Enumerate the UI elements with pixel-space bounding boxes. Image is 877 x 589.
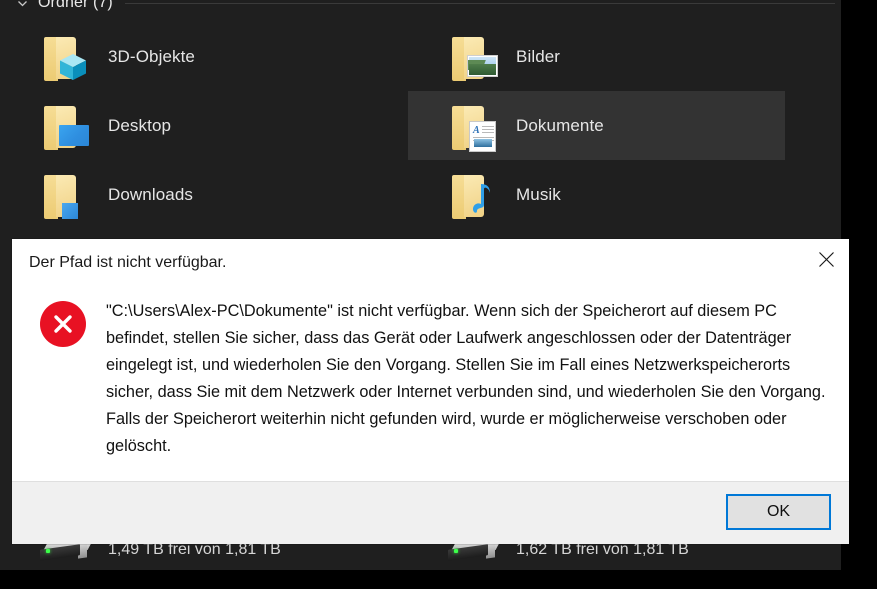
folder-item-desktop[interactable]: Desktop xyxy=(0,91,408,160)
folder-documents-icon: A xyxy=(442,100,504,152)
dialog-title: Der Pfad ist nicht verfügbar. xyxy=(29,254,227,271)
folder-label: Musik xyxy=(516,184,561,204)
folder-item-3d-objekte[interactable]: 3D-Objekte xyxy=(0,22,408,91)
folder-item-bilder[interactable]: Bilder xyxy=(408,22,785,91)
folder-group-header[interactable]: Ordner (7) xyxy=(0,0,841,16)
folder-pictures-icon xyxy=(442,31,504,83)
path-unavailable-dialog: Der Pfad ist nicht verfügbar. "C:\Users\… xyxy=(12,239,849,544)
dialog-footer: OK xyxy=(12,481,849,544)
folder-label: Desktop xyxy=(108,115,172,135)
folder-label: Dokumente xyxy=(516,115,604,135)
folder-group-label: Ordner (7) xyxy=(38,0,113,11)
folder-grid: 3D-Objekte Bilder Desktop A Dokumente Do… xyxy=(0,22,841,229)
folder-desktop-icon xyxy=(34,100,96,152)
folder-item-dokumente[interactable]: A Dokumente xyxy=(408,91,785,160)
folder-music-icon xyxy=(442,169,504,221)
dialog-body: "C:\Users\Alex-PC\Dokumente" ist nicht v… xyxy=(12,287,849,481)
close-icon[interactable] xyxy=(803,239,849,279)
folder-label: 3D-Objekte xyxy=(108,46,195,66)
folder-label: Downloads xyxy=(108,184,194,204)
folder-3d-objects-icon xyxy=(34,31,96,83)
chevron-down-icon[interactable] xyxy=(14,0,30,11)
error-cross-icon xyxy=(40,301,86,347)
folder-item-downloads[interactable]: Downloads xyxy=(0,160,408,229)
ok-button[interactable]: OK xyxy=(726,494,831,530)
folder-item-musik[interactable]: Musik xyxy=(408,160,785,229)
screen: Ordner (7) 3D-Objekte Bilder Desktop A D… xyxy=(0,0,877,589)
group-header-rule xyxy=(124,2,835,4)
dialog-titlebar: Der Pfad ist nicht verfügbar. xyxy=(12,239,849,287)
folder-downloads-icon xyxy=(34,169,96,221)
dialog-message: "C:\Users\Alex-PC\Dokumente" ist nicht v… xyxy=(106,302,826,455)
folder-label: Bilder xyxy=(516,46,561,66)
